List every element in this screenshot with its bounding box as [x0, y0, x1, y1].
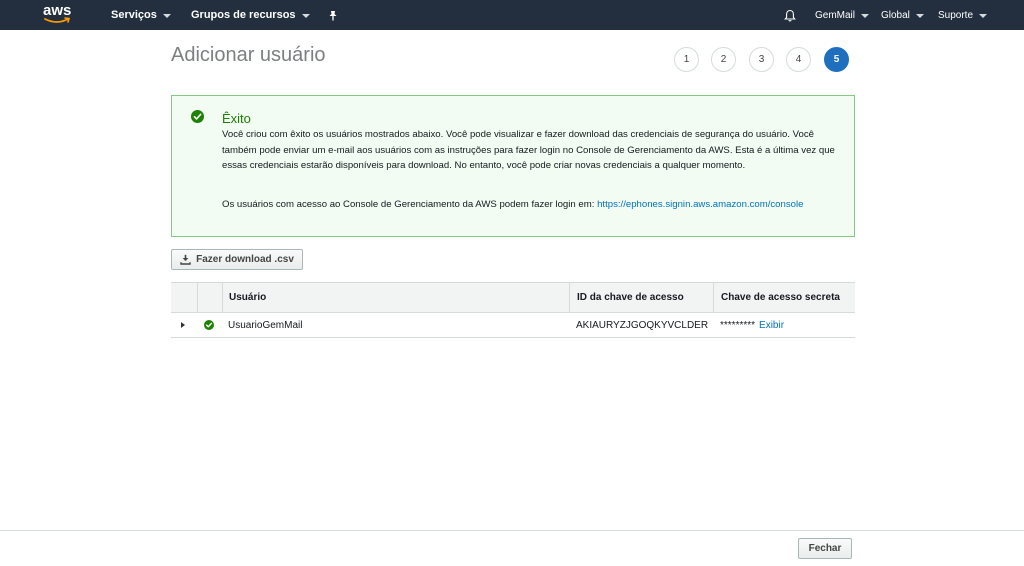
table-header: Usuário ID da chave de acesso Chave de a…	[171, 282, 855, 313]
header-secret-key[interactable]: Chave de acesso secreta	[713, 283, 855, 312]
bell-icon	[784, 9, 796, 21]
secret-key-mask: *********	[720, 319, 756, 331]
chevron-down-icon	[162, 13, 171, 18]
services-menu-label: Serviços	[111, 9, 157, 21]
alert-login-line: Os usuários com acesso ao Console de Ger…	[222, 199, 803, 210]
resource-groups-menu[interactable]: Grupos de recursos	[191, 0, 310, 30]
download-icon	[180, 254, 191, 265]
aws-logo[interactable]: aws	[43, 2, 73, 26]
step-1[interactable]: 1	[674, 47, 699, 72]
chevron-down-icon	[861, 13, 870, 18]
chevron-down-icon	[979, 13, 988, 18]
support-menu-label: Suporte	[938, 9, 974, 21]
row-user-name: UsuarioGemMail	[228, 319, 303, 331]
row-access-key-id: AKIAURYZJGOQKYVCLDER	[576, 319, 709, 331]
page-title: Adicionar usuário	[171, 44, 326, 66]
region-menu-label: Global	[881, 9, 910, 21]
chevron-down-icon	[915, 13, 924, 18]
account-menu[interactable]: GemMail	[815, 0, 870, 30]
success-alert: Êxito Você criou com êxito os usuários m…	[171, 95, 855, 237]
services-menu[interactable]: Serviços	[111, 0, 171, 30]
step-3[interactable]: 3	[749, 47, 774, 72]
pin-button[interactable]	[328, 0, 338, 30]
download-csv-button[interactable]: Fazer download .csv	[171, 249, 303, 270]
resource-groups-menu-label: Grupos de recursos	[191, 9, 296, 21]
table-row: UsuarioGemMail AKIAURYZJGOQKYVCLDER ****…	[171, 313, 855, 338]
support-menu[interactable]: Suporte	[938, 0, 988, 30]
alert-title: Êxito	[222, 111, 251, 126]
row-status	[204, 313, 218, 337]
alert-message: Você criou com êxito os usuários mostrad…	[222, 127, 842, 174]
step-2[interactable]: 2	[711, 47, 736, 72]
close-button[interactable]: Fechar	[798, 538, 852, 559]
row-secret-key: ********* Exibir	[720, 313, 855, 337]
header-access-key-id[interactable]: ID da chave de acesso	[569, 283, 713, 312]
login-prefix-text: Os usuários com acesso ao Console de Ger…	[222, 199, 595, 210]
pin-icon	[329, 10, 337, 20]
top-navigation-bar: aws Serviços Grupos de recursos GemMail …	[0, 0, 1024, 30]
notifications-button[interactable]	[784, 0, 796, 30]
step-5-current[interactable]: 5	[824, 47, 849, 72]
show-secret-link[interactable]: Exibir	[759, 320, 784, 331]
console-login-link[interactable]: https://ephones.signin.aws.amazon.com/co…	[597, 199, 803, 210]
row-expand-toggle[interactable]	[181, 313, 197, 337]
header-status-column	[197, 283, 222, 312]
aws-logo-text: aws	[43, 2, 72, 19]
account-menu-label: GemMail	[815, 9, 856, 21]
caret-right-icon	[181, 322, 185, 328]
chevron-down-icon	[301, 13, 310, 18]
alert-message-text: Você criou com êxito os usuários mostrad…	[222, 129, 835, 171]
download-csv-label: Fazer download .csv	[196, 254, 294, 265]
header-user[interactable]: Usuário	[222, 283, 569, 312]
footer-bar: Fechar	[0, 530, 1024, 566]
region-menu[interactable]: Global	[881, 0, 924, 30]
success-check-icon	[204, 320, 214, 330]
header-expand-column	[171, 283, 197, 312]
step-4[interactable]: 4	[786, 47, 811, 72]
users-table: Usuário ID da chave de acesso Chave de a…	[171, 282, 855, 338]
success-check-icon	[191, 110, 204, 123]
